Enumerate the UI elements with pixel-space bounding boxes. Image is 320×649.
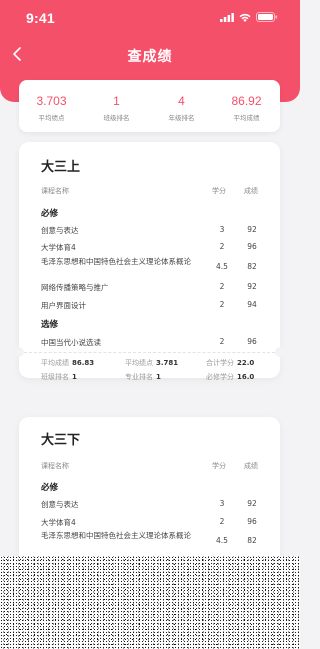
ticket-notch bbox=[275, 347, 285, 357]
stat-label: 年级排名 bbox=[168, 114, 195, 122]
course-name: 毛泽东思想和中国特色社会主义理论体系概论 bbox=[41, 257, 191, 266]
footer-label: 平均成绩 bbox=[41, 359, 69, 367]
footer-value: 3.781 bbox=[156, 359, 179, 367]
group-title-elective: 选修 bbox=[41, 320, 59, 330]
footer-label: 专业排名 bbox=[125, 373, 153, 381]
footer-class-rank: 班级排名 1 bbox=[41, 372, 77, 382]
summary-card: 3.703 平均绩点 1 班级排名 4 年级排名 86.92 平均成绩 bbox=[19, 80, 280, 132]
stat-value: 4 bbox=[178, 94, 185, 108]
course-credit: 2 bbox=[219, 282, 225, 291]
footer-major-rank: 专业排名 1 bbox=[125, 372, 161, 382]
status-bar: 9:41 bbox=[0, 0, 300, 36]
page-title: 查成绩 bbox=[127, 49, 173, 65]
course-name: 创意与表达 bbox=[41, 226, 79, 235]
stat-class-rank: 1 班级排名 bbox=[84, 80, 149, 132]
footer-label: 合计学分 bbox=[206, 359, 234, 367]
footer-value: 16.0 bbox=[237, 373, 255, 381]
group-title-required: 必修 bbox=[41, 483, 59, 493]
stat-avg-score: 86.92 平均成绩 bbox=[214, 80, 279, 132]
course-credit: 4.5 bbox=[216, 262, 228, 271]
course-credit: 2 bbox=[219, 517, 225, 526]
stat-label: 平均绩点 bbox=[38, 114, 65, 122]
column-header-credit: 学分 bbox=[212, 462, 226, 470]
course-score: 92 bbox=[247, 282, 257, 291]
footer-avg-gpa: 平均绩点 3.781 bbox=[125, 358, 178, 368]
course-credit: 2 bbox=[219, 300, 225, 309]
term-card: 大三上 课程名称 学分 成绩 必修 创意与表达 3 92 大学体育4 2 96 … bbox=[14, 142, 285, 381]
footer-label: 班级排名 bbox=[41, 373, 69, 381]
status-time: 9:41 bbox=[26, 10, 55, 26]
term-title: 大三下 bbox=[41, 433, 81, 448]
stat-label: 班级排名 bbox=[103, 114, 130, 122]
course-credit: 3 bbox=[219, 499, 225, 508]
footer-avg-score: 平均成绩 86.83 bbox=[41, 358, 94, 368]
wifi-icon bbox=[239, 13, 251, 22]
course-credit: 2 bbox=[219, 242, 225, 251]
term-title: 大三上 bbox=[41, 160, 81, 175]
footer-value: 22.0 bbox=[237, 359, 255, 367]
course-name: 创意与表达 bbox=[41, 500, 79, 509]
course-name: 大学体育4 bbox=[41, 518, 76, 527]
nav-bar: 查成绩 bbox=[0, 40, 300, 68]
footer-value: 1 bbox=[72, 373, 77, 381]
stat-grade-rank: 4 年级排名 bbox=[149, 80, 214, 132]
column-header-name: 课程名称 bbox=[41, 187, 69, 195]
course-credit: 3 bbox=[219, 225, 225, 234]
signal-icon bbox=[220, 12, 234, 22]
footer-label: 平均绩点 bbox=[125, 359, 153, 367]
course-score: 82 bbox=[247, 536, 257, 545]
column-header-score: 成绩 bbox=[244, 462, 258, 470]
group-title-required: 必修 bbox=[41, 209, 59, 219]
course-score: 82 bbox=[247, 262, 257, 271]
stat-avg-gpa: 3.703 平均绩点 bbox=[19, 80, 84, 132]
course-score: 96 bbox=[247, 242, 257, 251]
course-name: 中国当代小说选读 bbox=[41, 338, 101, 347]
course-score: 96 bbox=[247, 517, 257, 526]
course-score: 94 bbox=[247, 300, 257, 309]
course-credit: 2 bbox=[219, 337, 225, 346]
footer-value: 86.83 bbox=[72, 359, 95, 367]
course-name: 用户界面设计 bbox=[41, 301, 86, 310]
stat-value: 86.92 bbox=[231, 94, 262, 108]
course-name: 毛泽东思想和中国特色社会主义理论体系概论 bbox=[41, 531, 191, 540]
stat-value: 3.703 bbox=[36, 94, 67, 108]
footer-value: 1 bbox=[156, 373, 161, 381]
column-header-name: 课程名称 bbox=[41, 462, 69, 470]
noise-overlay bbox=[0, 556, 300, 649]
stat-value: 1 bbox=[113, 94, 120, 108]
course-name: 网络传播策略与推广 bbox=[41, 283, 109, 292]
course-name: 大学体育4 bbox=[41, 243, 76, 252]
course-score: 92 bbox=[247, 225, 257, 234]
footer-total-credit: 合计学分 22.0 bbox=[206, 358, 254, 368]
course-score: 96 bbox=[247, 337, 257, 346]
divider bbox=[19, 352, 280, 353]
footer-label: 必修学分 bbox=[206, 373, 234, 381]
footer-required-credit: 必修学分 16.0 bbox=[206, 372, 254, 382]
ticket-notch bbox=[14, 347, 24, 357]
course-score: 92 bbox=[247, 499, 257, 508]
battery-icon bbox=[256, 12, 278, 22]
status-icons bbox=[220, 12, 278, 22]
column-header-credit: 学分 bbox=[212, 187, 226, 195]
course-credit: 4.5 bbox=[216, 536, 228, 545]
stat-label: 平均成绩 bbox=[233, 114, 260, 122]
column-header-score: 成绩 bbox=[244, 187, 258, 195]
